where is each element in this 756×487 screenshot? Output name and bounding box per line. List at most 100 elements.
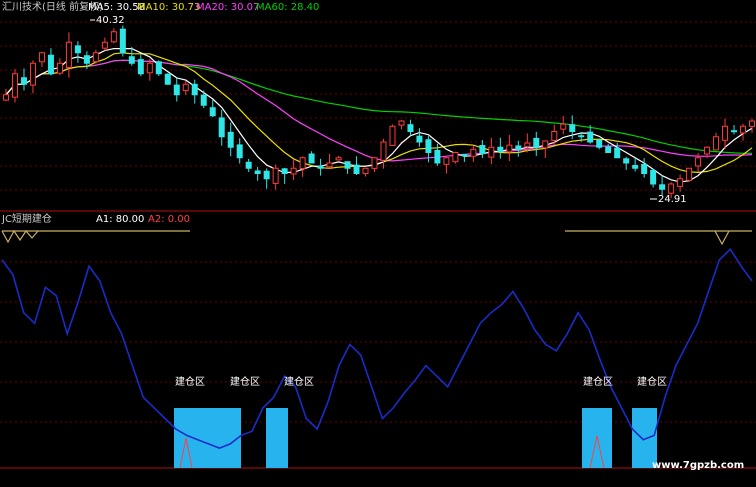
candle-body (551, 131, 558, 141)
candle-body (578, 135, 585, 138)
candle-body (326, 162, 333, 168)
candle-body (632, 165, 639, 169)
candle-body (560, 123, 567, 130)
candle-body (686, 167, 693, 181)
buy-zone-label: 建仓区 (284, 375, 314, 388)
candle-body (290, 167, 297, 175)
oscillator-title: JC短期建仓 (1, 212, 52, 225)
candle-body (38, 52, 45, 63)
candle-body (20, 77, 27, 85)
candle-body (569, 124, 576, 132)
candle-body (92, 52, 99, 63)
candle-body (497, 146, 504, 152)
candle-body (155, 61, 162, 75)
candle-body (335, 157, 342, 161)
candle-body (677, 178, 684, 187)
candle-body (416, 135, 423, 143)
candle-body (488, 146, 495, 158)
candle-body (236, 144, 243, 159)
candle-body (425, 139, 432, 153)
candle-body (731, 130, 738, 133)
candle-body (281, 168, 288, 175)
candle-body (434, 149, 441, 164)
candle-body (722, 125, 729, 141)
candle-body (452, 152, 459, 163)
candle-body (110, 31, 117, 43)
candle-body (182, 83, 189, 91)
candle-body (641, 163, 648, 175)
candle-body (254, 170, 261, 174)
candle-body (380, 141, 387, 161)
ma60-label: MA60: 28.40 (256, 2, 319, 13)
candle-body (164, 73, 171, 85)
candle-body (227, 131, 234, 148)
candle-body (128, 56, 135, 64)
candle-body (713, 136, 720, 151)
buy-zone-label: 建仓区 (637, 375, 667, 388)
candle-body (317, 165, 324, 169)
candle-body (650, 169, 657, 185)
candle-body (398, 120, 405, 126)
candle-body (47, 54, 54, 75)
candle-body (443, 157, 450, 165)
candle-body (506, 144, 513, 153)
stock-chart: 汇川技术(日线 前复权) MA5: 30.58 MA10: 30.73 MA20… (0, 0, 756, 487)
candle-body (146, 62, 153, 74)
candle-body (389, 125, 396, 146)
candle-body (245, 161, 252, 169)
candle-body (263, 170, 270, 180)
a2-label: A2: 0.00 (148, 214, 190, 225)
candle-body (173, 84, 180, 96)
candle-body (605, 146, 612, 153)
candle-body (407, 124, 414, 133)
candle-body (362, 167, 369, 175)
candle-body (29, 62, 36, 86)
candle-body (65, 41, 72, 69)
candle-body (479, 145, 486, 155)
candle-body (137, 59, 144, 75)
candle-body (308, 153, 315, 164)
candle-body (623, 158, 630, 164)
candle-body (191, 83, 198, 96)
candle-body (101, 41, 108, 49)
candle-body (542, 140, 549, 149)
candle-body (596, 139, 603, 148)
candle-body (218, 117, 225, 138)
candle-body (461, 153, 468, 157)
candle-body (200, 94, 207, 106)
candle-body (524, 142, 531, 148)
candle-body (119, 28, 126, 54)
watermark: www.7gpzb.com (652, 460, 744, 471)
ma10-label: MA10: 30.73 (137, 2, 200, 13)
a1-label: A1: 80.00 (96, 214, 144, 225)
candle-body (209, 107, 216, 117)
candle-body (659, 184, 666, 190)
candle-body (515, 145, 522, 150)
candle-body (83, 55, 90, 64)
buy-zone-label: 建仓区 (583, 375, 613, 388)
candle-body (299, 157, 306, 170)
candle-body (272, 167, 279, 184)
candle-body (704, 146, 711, 155)
candle-body (3, 94, 9, 101)
candle-body (533, 137, 540, 148)
candle-body (344, 161, 351, 169)
ma20-label: MA20: 30.07 (196, 2, 259, 13)
high-price-annotation: 40.32 (96, 15, 125, 26)
candle-body (74, 45, 81, 54)
candle-body (587, 131, 594, 143)
candle-body (695, 157, 702, 167)
candle-body (668, 183, 675, 194)
buy-zone-block (266, 408, 288, 468)
buy-zone-label: 建仓区 (230, 375, 260, 388)
candle-body (56, 62, 63, 74)
candle-body (11, 73, 18, 98)
candle-body (614, 147, 621, 159)
candle-body (740, 125, 747, 134)
candle-body (749, 120, 755, 127)
buy-zone-block (632, 408, 657, 468)
candle-body (353, 164, 360, 174)
low-price-annotation: 24.91 (658, 194, 687, 205)
candle-body (371, 157, 378, 169)
buy-zone-label: 建仓区 (175, 375, 205, 388)
